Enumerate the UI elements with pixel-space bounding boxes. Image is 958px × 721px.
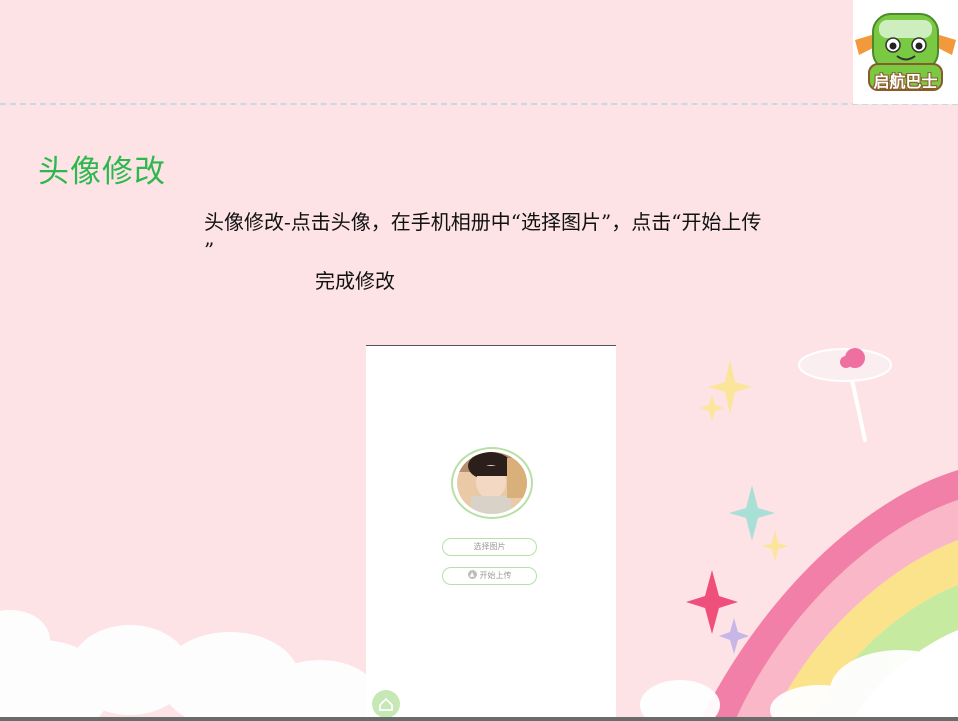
sparkle-icon xyxy=(686,570,738,634)
sparkle-icon xyxy=(729,485,775,541)
description-line: 完成修改 xyxy=(315,269,395,293)
home-icon[interactable] xyxy=(372,690,400,718)
start-upload-button[interactable]: ▲ 开始上传 xyxy=(442,567,537,585)
phone-screenshot: 选择图片 ▲ 开始上传 xyxy=(366,345,616,721)
sparkle-icon xyxy=(700,395,724,421)
description-line: ” xyxy=(204,238,215,262)
logo: 启航巴士 xyxy=(853,0,958,104)
pinwheel-illustration xyxy=(798,348,892,442)
start-upload-label: 开始上传 xyxy=(479,571,512,580)
bottom-border xyxy=(0,717,958,721)
logo-text: 启航巴士 xyxy=(873,72,938,91)
page-title: 头像修改 xyxy=(38,154,166,190)
select-image-button[interactable]: 选择图片 xyxy=(442,538,537,556)
header-divider xyxy=(0,103,958,105)
slide: 启航巴士 头像修改 头像修改-点击头像，在手机相册中“选择图片”，点击“开始上传… xyxy=(0,0,958,721)
user-avatar-photo xyxy=(457,452,527,514)
sparkle-icon xyxy=(762,530,788,562)
upload-arrow-icon: ▲ xyxy=(467,570,477,579)
description-text: 头像修改-点击头像，在手机相册中“选择图片”，点击“开始上传 ” xyxy=(204,208,916,264)
avatar[interactable] xyxy=(451,447,533,519)
description-line: 头像修改-点击头像，在手机相册中“选择图片”，点击“开始上传 xyxy=(204,210,762,234)
